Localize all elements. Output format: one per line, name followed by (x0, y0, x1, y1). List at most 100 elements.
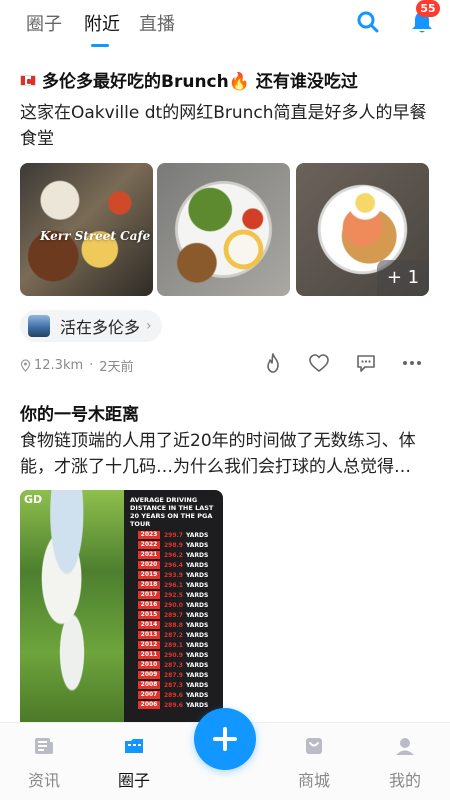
shopping-bag-icon (306, 738, 322, 754)
poster-row: 2015 289.7 YARDS (138, 610, 222, 620)
poster-yards-value: 288.8 (164, 621, 183, 629)
poster-yards-value: 296.2 (164, 551, 183, 559)
poster-row: 2013 287.2 YARDS (138, 630, 222, 640)
poster-year: 2020 (138, 561, 160, 569)
post2-body-line-1: 食物链顶端的人用了近20年的时间做了无数练习、体 (20, 431, 416, 451)
fire-emoji-icon: 🔥 (228, 72, 250, 92)
post-title-text: 多伦多最好吃的Brunch (42, 72, 229, 92)
topic-chip[interactable]: 活在多伦多 › (20, 310, 162, 342)
nav-label: 我的 (388, 771, 421, 790)
poster-table: 2023 299.7 YARDS 2022 298.9 YARDS 2021 296.2 YAR… (138, 530, 222, 710)
poster-yards-value: 289.6 (164, 691, 183, 699)
comment-icon[interactable] (355, 352, 377, 374)
poster-yards-value: 299.7 (164, 531, 183, 539)
poster-row: 2020 296.4 YARDS (138, 560, 222, 570)
poster-unit: YARDS (185, 621, 209, 629)
post-title-tail: 还有谁没吃过 (255, 72, 358, 92)
poster-unit: YARDS (185, 641, 209, 649)
poster-unit: YARDS (185, 651, 209, 659)
poster-unit: YARDS (185, 661, 209, 669)
circle-icon (125, 739, 143, 753)
nav-label: 商城 (297, 771, 330, 790)
nav-profile[interactable]: 我的 (375, 735, 435, 791)
poster-year: 2019 (138, 571, 160, 579)
poster-year: 2010 (138, 661, 160, 669)
poster-row: 2014 288.8 YARDS (138, 620, 222, 630)
poster-year: 2023 (138, 531, 160, 539)
poster-unit: YARDS (185, 571, 209, 579)
poster-unit: YARDS (185, 631, 209, 639)
create-post-button[interactable] (194, 708, 256, 770)
poster-yards-value: 287.9 (164, 671, 183, 679)
poster-unit: YARDS (185, 671, 209, 679)
poster-unit: YARDS (185, 601, 209, 609)
poster-unit: YARDS (185, 581, 209, 589)
poster-unit: YARDS (185, 691, 209, 699)
poster-row: 2010 287.3 YARDS (138, 660, 222, 670)
poster-yards-value: 287.3 (164, 681, 183, 689)
poster-year: 2016 (138, 601, 160, 609)
poster-row: 2009 287.9 YARDS (138, 670, 222, 680)
poster-unit: YARDS (185, 701, 209, 709)
poster-yards-value: 289.6 (164, 701, 183, 709)
nav-label: 资讯 (27, 771, 60, 790)
nav-circle[interactable]: 圈子 (104, 735, 164, 791)
poster-yards-value: 289.1 (164, 641, 183, 649)
post-title[interactable]: 多伦多最好吃的Brunch🔥 还有谁没吃过 (20, 70, 440, 94)
search-icon[interactable] (356, 10, 380, 34)
poster-row: 2018 296.1 YARDS (138, 580, 222, 590)
tab-live[interactable]: 直播 (139, 10, 175, 36)
user-icon (396, 738, 414, 755)
post-body[interactable]: 这家在Oakville dt的网红Brunch简直是好多人的早餐食堂 (20, 100, 432, 152)
poster-row: 2019 293.9 YARDS (138, 570, 222, 580)
post-image-3[interactable]: + 1 (296, 163, 429, 296)
image-watermark: Kerr Street Cafe (40, 229, 151, 243)
canada-flag-icon (20, 75, 36, 86)
poster-yards-value: 290.0 (164, 601, 183, 609)
location-pin-icon (20, 359, 31, 372)
poster-yards-value: 292.5 (164, 591, 183, 599)
poster-yards-value: 296.4 (164, 561, 183, 569)
active-tab-indicator (91, 44, 109, 47)
poster-year: 2014 (138, 621, 160, 629)
poster-year: 2021 (138, 551, 160, 559)
poster-row: 2007 289.6 YARDS (138, 690, 222, 700)
poster-yards-value: 293.9 (164, 571, 183, 579)
poster-row: 2008 287.3 YARDS (138, 680, 222, 690)
poster-year: 2017 (138, 591, 160, 599)
notification-badge: 55 (416, 0, 440, 17)
poster-row: 2023 299.7 YARDS (138, 530, 222, 540)
poster-logo: GD (24, 493, 43, 506)
tab-nearby[interactable]: 附近 (84, 10, 120, 36)
poster-yards-value: 289.7 (164, 611, 183, 619)
nav-news[interactable]: 资讯 (14, 735, 74, 791)
news-icon (35, 738, 53, 754)
poster-row: 2022 298.9 YARDS (138, 540, 222, 550)
time-ago: 2天前 (99, 360, 134, 375)
post2-body[interactable]: 食物链顶端的人用了近20年的时间做了无数练习、体 能，才涨了十几码…为什么我们会… (20, 428, 436, 480)
poster-unit: YARDS (185, 611, 209, 619)
post2-title[interactable]: 你的一号木距离 (20, 400, 139, 425)
poster-row: 2011 290.9 YARDS (138, 650, 222, 660)
chevron-right-icon: › (146, 318, 152, 334)
poster-year: 2011 (138, 651, 160, 659)
poster-unit: YARDS (185, 681, 209, 689)
golfer-photo (20, 490, 124, 722)
poster-year: 2022 (138, 541, 160, 549)
poster-unit: YARDS (185, 551, 209, 559)
heart-icon[interactable] (308, 352, 330, 374)
poster-year: 2015 (138, 611, 160, 619)
more-options-icon[interactable] (401, 352, 423, 374)
poster-year: 2013 (138, 631, 160, 639)
poster-year: 2018 (138, 581, 160, 589)
poster-unit: YARDS (185, 541, 209, 549)
topic-label: 活在多伦多 (60, 318, 141, 337)
post-meta: 12.3km · 2天前 (20, 356, 134, 375)
post2-image[interactable]: GD AVERAGE DRIVING DISTANCE IN THE LAST … (20, 490, 223, 722)
tab-circle[interactable]: 圈子 (26, 10, 62, 36)
nav-store[interactable]: 商城 (284, 735, 344, 791)
post-image-2[interactable] (157, 163, 290, 296)
post-image-1[interactable]: Kerr Street Cafe (20, 163, 153, 296)
flame-icon[interactable] (262, 352, 284, 374)
top-bar: 圈子 附近 直播 55 (0, 0, 450, 56)
